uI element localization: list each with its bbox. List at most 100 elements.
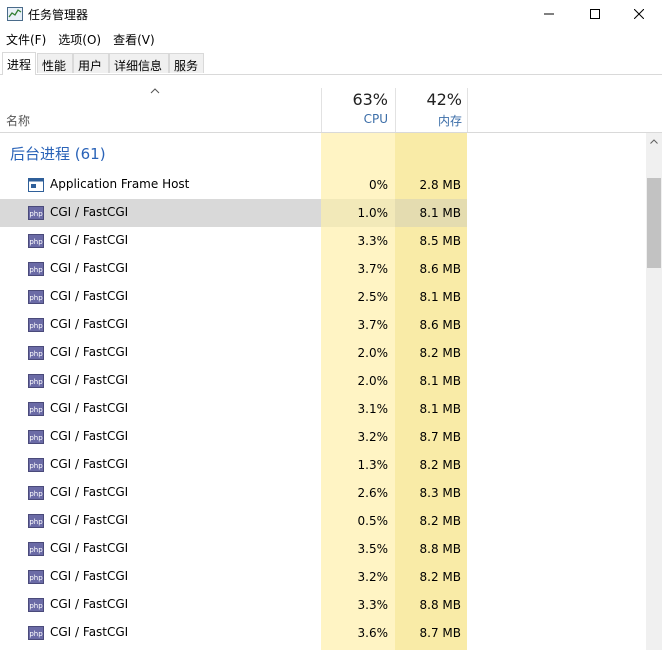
process-row[interactable]: Application Frame Host 0% 2.8 MB [0,171,646,199]
scroll-up-button[interactable] [646,133,662,150]
tab-performance[interactable]: 性能 [37,53,73,73]
process-row[interactable]: php CGI / FastCGI 3.2% 8.2 MB [0,563,646,591]
tab-services[interactable]: 服务 [169,53,204,73]
process-row[interactable]: php CGI / FastCGI 1.3% 8.2 MB [0,451,646,479]
process-name-cell[interactable]: php CGI / FastCGI [0,339,321,367]
menu-view[interactable]: 查看(V) [107,28,161,50]
process-name-cell[interactable]: php CGI / FastCGI [0,591,321,619]
svg-text:php: php [29,490,43,498]
process-name-cell[interactable]: php CGI / FastCGI [0,563,321,591]
process-name: CGI / FastCGI [50,317,129,331]
process-name-cell[interactable]: php CGI / FastCGI [0,283,321,311]
process-row[interactable]: php CGI / FastCGI 3.1% 8.1 MB [0,395,646,423]
svg-text:php: php [29,462,43,470]
maximize-button[interactable] [572,0,618,28]
minimize-button[interactable] [526,0,572,28]
process-name-cell[interactable]: php CGI / FastCGI [0,367,321,395]
memory-value: 8.1 MB [419,374,461,388]
process-name: CGI / FastCGI [50,429,129,443]
php-icon: php [28,514,44,528]
php-icon: php [28,570,44,584]
process-name-cell[interactable]: php CGI / FastCGI [0,423,321,451]
php-icon: php [28,262,44,276]
process-name: CGI / FastCGI [50,457,129,471]
scroll-thumb[interactable] [647,178,661,268]
process-row[interactable]: php CGI / FastCGI 2.0% 8.2 MB [0,339,646,367]
menu-options[interactable]: 选项(O) [52,28,107,50]
process-row[interactable]: php CGI / FastCGI 2.5% 8.1 MB [0,283,646,311]
process-name-cell[interactable]: php CGI / FastCGI [0,199,321,227]
svg-text:php: php [29,434,43,442]
php-icon: php [28,486,44,500]
process-name-cell[interactable]: php CGI / FastCGI [0,507,321,535]
process-row[interactable]: php CGI / FastCGI 3.3% 8.8 MB [0,591,646,619]
php-icon: php [28,542,44,556]
php-icon: php [28,290,44,304]
php-icon: php [28,206,44,220]
process-name-cell[interactable]: php CGI / FastCGI [0,535,321,563]
memory-value: 8.2 MB [419,346,461,360]
cpu-value: 3.2% [357,430,389,444]
svg-text:php: php [29,378,43,386]
process-name: CGI / FastCGI [50,205,129,219]
process-name: CGI / FastCGI [50,597,129,611]
column-divider[interactable] [467,88,468,132]
process-name-cell[interactable]: php CGI / FastCGI [0,619,321,647]
php-icon: php [28,458,44,472]
process-row[interactable]: php CGI / FastCGI 3.3% 8.5 MB [0,227,646,255]
process-row[interactable]: php CGI / FastCGI 3.6% 8.7 MB [0,619,646,647]
group-header-background-processes[interactable]: 后台进程 (61) [0,133,646,171]
process-row[interactable]: php CGI / FastCGI 3.7% 8.6 MB [0,311,646,339]
process-name: CGI / FastCGI [50,541,129,555]
cpu-value: 2.6% [357,486,389,500]
cpu-value: 2.0% [357,346,389,360]
php-icon: php [28,346,44,360]
php-icon: php [28,318,44,332]
process-row[interactable]: php CGI / FastCGI 1.0% 8.1 MB [0,199,646,227]
process-name-cell[interactable]: Application Frame Host [0,171,321,199]
tab-details[interactable]: 详细信息 [109,53,169,73]
process-row[interactable]: php CGI / FastCGI 2.0% 8.1 MB [0,367,646,395]
task-manager-icon [7,7,23,21]
process-name-cell[interactable]: php CGI / FastCGI [0,451,321,479]
memory-value: 8.6 MB [419,262,461,276]
process-name-cell[interactable]: php CGI / FastCGI [0,395,321,423]
svg-text:php: php [29,350,43,358]
process-row[interactable]: php CGI / FastCGI 3.5% 8.8 MB [0,535,646,563]
close-button[interactable] [616,0,662,28]
process-name-cell[interactable]: php CGI / FastCGI [0,479,321,507]
cpu-value: 3.5% [357,542,389,556]
menu-file[interactable]: 文件(F) [0,28,52,50]
process-row[interactable]: php CGI / FastCGI 0.5% 8.2 MB [0,507,646,535]
svg-text:php: php [29,518,43,526]
minimize-icon [544,13,554,15]
svg-text:php: php [29,602,43,610]
memory-total-percent[interactable]: 42% [395,90,462,109]
cpu-total-percent[interactable]: 63% [321,90,388,109]
svg-text:php: php [29,294,43,302]
cpu-value: 3.6% [357,626,389,640]
process-row[interactable]: php CGI / FastCGI 2.6% 8.3 MB [0,479,646,507]
cpu-column-header[interactable]: CPU [321,112,388,126]
process-row[interactable]: php CGI / FastCGI 3.7% 8.6 MB [0,255,646,283]
tab-users[interactable]: 用户 [73,53,109,73]
php-icon: php [28,430,44,444]
process-name-cell[interactable]: php CGI / FastCGI [0,255,321,283]
php-icon: php [28,234,44,248]
process-name-cell[interactable]: php CGI / FastCGI [0,227,321,255]
process-name-cell[interactable]: php CGI / FastCGI [0,311,321,339]
memory-value: 8.2 MB [419,458,461,472]
tab-processes[interactable]: 进程 [2,52,36,75]
vertical-scrollbar[interactable] [646,133,662,650]
cpu-value: 0% [368,178,388,192]
process-list[interactable]: 后台进程 (61) Application Frame Host 0% 2.8 MB… [0,133,646,650]
memory-value: 8.5 MB [419,234,461,248]
title-bar: 任务管理器 [0,0,662,28]
column-name-header[interactable]: 名称 [6,112,30,129]
svg-text:php: php [29,546,43,554]
php-icon: php [28,626,44,640]
process-row[interactable]: php CGI / FastCGI 3.2% 8.7 MB [0,423,646,451]
memory-column-header[interactable]: 内存 [395,112,462,129]
memory-value: 8.2 MB [419,570,461,584]
sort-ascending-icon[interactable] [150,87,160,95]
